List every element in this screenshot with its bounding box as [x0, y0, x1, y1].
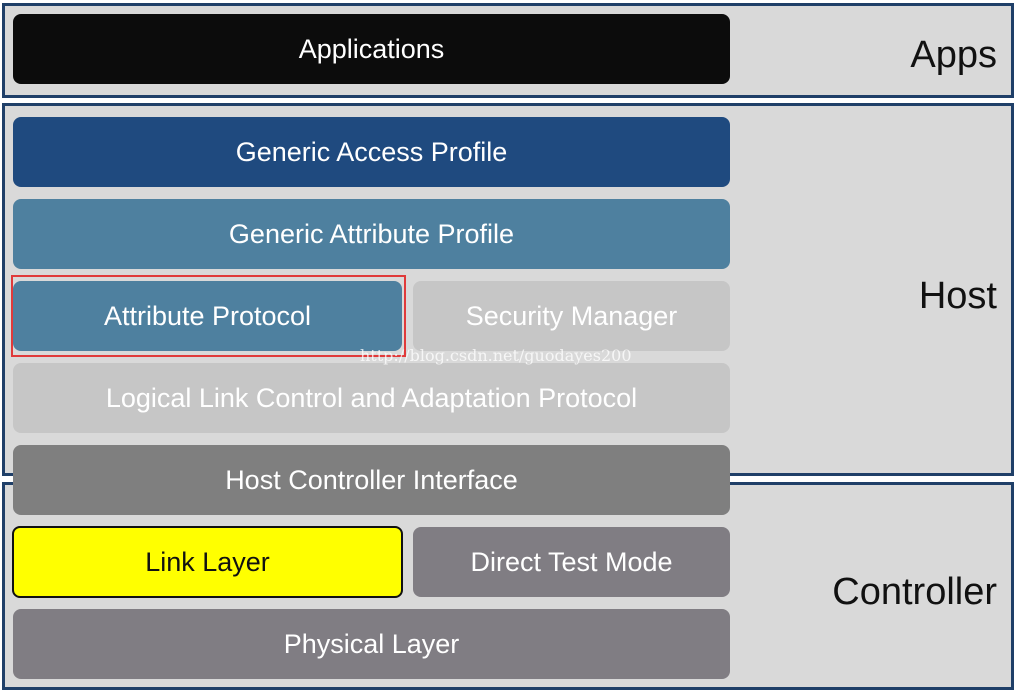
watermark: http://blog.csdn.net/guodayes200 [360, 346, 632, 365]
attribute-protocol-highlight [11, 275, 406, 357]
host-label: Host [918, 275, 997, 317]
logical-link-control-block: Logical Link Control and Adaptation Prot… [13, 363, 730, 433]
link-layer-block: Link Layer [12, 526, 403, 598]
apps-label: Apps [910, 34, 997, 76]
generic-access-profile-block: Generic Access Profile [13, 117, 730, 187]
physical-layer-block: Physical Layer [13, 609, 730, 679]
generic-attribute-profile-block: Generic Attribute Profile [13, 199, 730, 269]
direct-test-mode-block: Direct Test Mode [413, 527, 730, 597]
host-controller-interface-block: Host Controller Interface [13, 445, 730, 515]
security-manager-block: Security Manager [413, 281, 730, 351]
controller-label: Controller [832, 571, 997, 613]
applications-block: Applications [13, 14, 730, 84]
